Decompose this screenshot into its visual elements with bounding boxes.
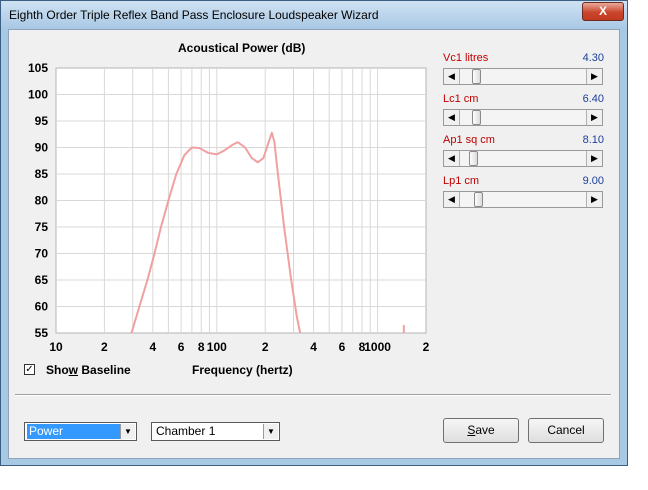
slider-value: 8.10 [582,134,604,146]
plot-type-value: Power [27,424,120,439]
scroll-right-icon[interactable]: ▶ [586,192,602,207]
parameter-slider[interactable]: ◀ ▶ [443,191,603,208]
slider-value: 4.30 [582,52,604,64]
slider-thumb[interactable] [469,151,479,166]
slider-value: 9.00 [582,175,604,187]
scroll-left-icon[interactable]: ◀ [444,110,460,125]
slider-label: Ap1 sq cm [443,134,495,146]
scroll-left-icon[interactable]: ◀ [444,151,460,166]
y-tick-label: 85 [35,167,49,181]
parameter-slider[interactable]: ◀ ▶ [443,68,603,85]
chamber-select[interactable]: Chamber 1 ▼ [151,422,280,441]
slider-label: Vc1 litres [443,52,489,64]
parameter-slider[interactable]: ◀ ▶ [443,150,603,167]
slider-label: Lc1 cm [443,93,479,105]
y-tick-label: 105 [28,61,48,75]
slider-thumb[interactable] [471,110,481,125]
show-baseline-label[interactable]: Show Baseline [46,363,131,377]
scroll-right-icon[interactable]: ▶ [586,69,602,84]
x-tick-label: 2 [101,340,108,354]
x-tick-label: 6 [339,340,346,354]
chamber-value: Chamber 1 [156,424,216,438]
x-axis-title: Frequency (hertz) [192,363,293,377]
y-tick-label: 100 [28,88,48,102]
plot-type-select[interactable]: Power ▼ [24,422,137,441]
y-tick-label: 90 [35,141,49,155]
slider-value: 6.40 [582,93,604,105]
y-tick-label: 65 [35,273,49,287]
x-tick-label: 4 [149,340,156,354]
parameter-slider[interactable]: ◀ ▶ [443,109,603,126]
slider-label: Lp1 cm [443,175,480,187]
show-baseline-checkbox[interactable]: ✓ [24,364,35,375]
chevron-down-icon[interactable]: ▼ [263,424,278,439]
chevron-down-icon[interactable]: ▼ [120,424,135,439]
scroll-left-icon[interactable]: ◀ [444,69,460,84]
x-tick-label: 6 [178,340,185,354]
separator-line [15,394,611,396]
x-tick-label: 1000 [364,340,391,354]
y-tick-label: 95 [35,114,49,128]
y-tick-label: 80 [35,194,49,208]
scroll-left-icon[interactable]: ◀ [444,192,460,207]
slider-thumb[interactable] [474,192,484,207]
slider-thumb[interactable] [471,69,481,84]
y-tick-label: 70 [35,247,49,261]
y-tick-label: 55 [35,326,49,340]
save-button[interactable]: Save [443,418,519,443]
scroll-right-icon[interactable]: ▶ [586,151,602,166]
x-tick-label: 100 [207,340,227,354]
x-tick-label: 4 [310,340,317,354]
x-tick-label: 8 [198,340,205,354]
x-tick-label: 2 [262,340,269,354]
cancel-button[interactable]: Cancel [528,418,604,443]
checkmark-icon: ✓ [25,364,34,375]
y-tick-label: 60 [35,300,49,314]
y-tick-label: 75 [35,220,49,234]
scroll-right-icon[interactable]: ▶ [586,110,602,125]
x-tick-label: 2 [423,340,430,354]
x-tick-label: 10 [49,340,63,354]
